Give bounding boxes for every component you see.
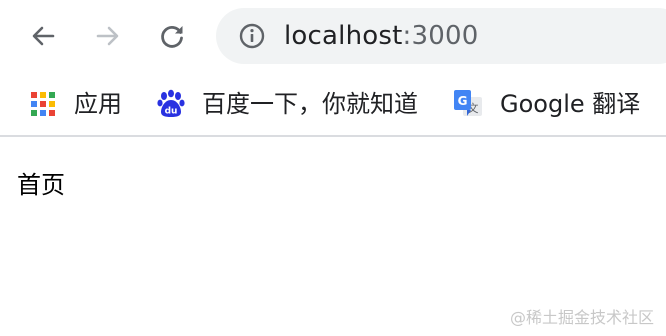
browser-window: localhost:3000 应用 du 百度一下，你就知道 文 G Googl… [0,0,666,336]
url-host: localhost [284,21,403,51]
bookmark-label: Google 翻译 [500,90,641,118]
info-icon[interactable] [238,22,266,50]
watermark: @稀土掘金技术社区 [509,308,654,327]
browser-toolbar: localhost:3000 [0,0,666,72]
page-content: 首页 @稀土掘金技术社区 [0,137,666,336]
forward-button[interactable] [86,14,130,58]
svg-text:du: du [165,107,178,117]
arrow-left-icon [32,26,55,46]
url-text[interactable]: localhost:3000 [284,21,478,51]
reload-button[interactable] [150,14,194,58]
reload-icon [161,25,183,48]
url-port: :3000 [402,21,479,51]
bookmarks-bar: 应用 du 百度一下，你就知道 文 G Google 翻译 [0,72,666,136]
baidu-paw-icon: du [157,89,185,117]
address-bar[interactable]: localhost:3000 [216,8,666,64]
bookmark-google-translate[interactable]: 文 G Google 翻译 [452,88,640,120]
apps-grid-icon [31,92,55,116]
back-button[interactable] [21,14,65,58]
bookmark-label: 百度一下，你就知道 [202,90,418,118]
bookmark-apps[interactable]: 应用 [30,88,122,120]
google-translate-icon: 文 G [454,90,482,116]
bookmark-baidu[interactable]: du 百度一下，你就知道 [156,88,418,120]
svg-text:G: G [458,94,468,108]
arrow-right-icon [96,26,119,46]
bookmark-label: 应用 [74,90,122,118]
page-heading: 首页 [17,171,65,199]
